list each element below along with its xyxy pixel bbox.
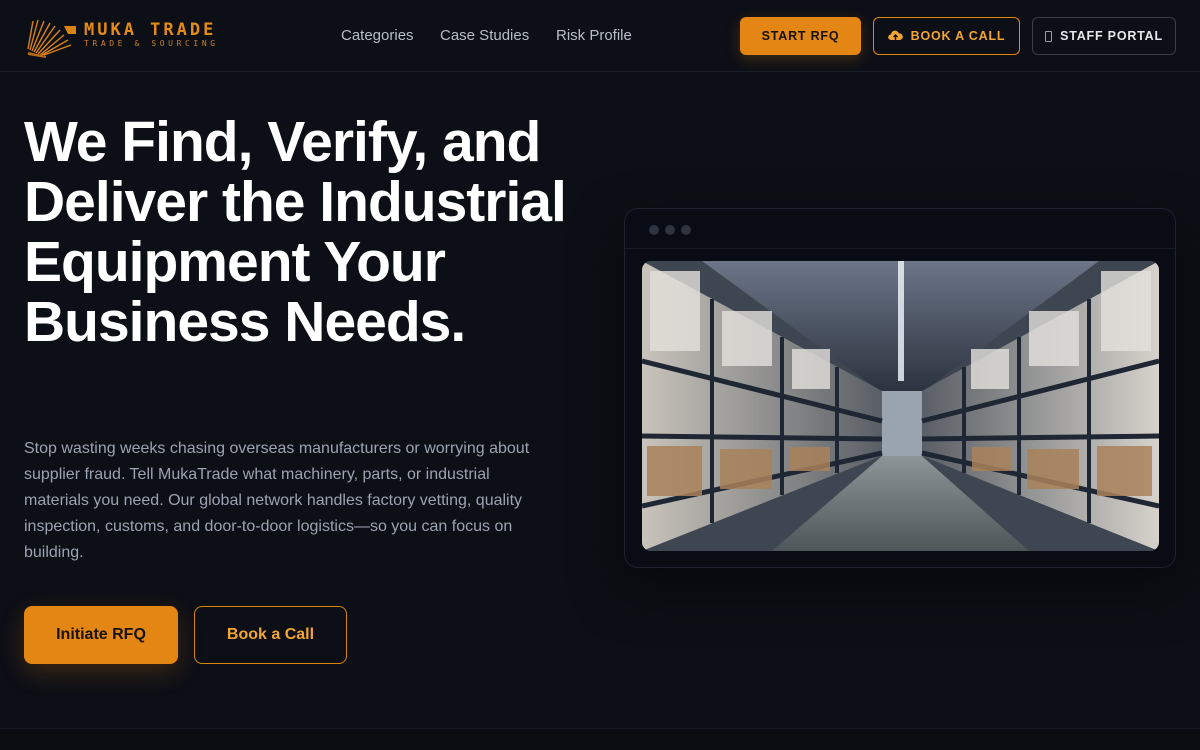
site-header: MUKA TRADE TRADE & SOURCING Categories C… xyxy=(0,0,1200,72)
fan-logo-icon xyxy=(27,19,76,58)
brand-tagline: TRADE & SOURCING xyxy=(84,39,219,48)
nav-case-studies[interactable]: Case Studies xyxy=(440,27,529,44)
window-dot xyxy=(665,225,675,235)
book-call-hero-label: Book a Call xyxy=(226,626,315,643)
preview-window xyxy=(624,208,1176,568)
warehouse-aisle-image xyxy=(642,261,1159,551)
window-titlebar xyxy=(625,209,1175,249)
nav-categories[interactable]: Categories xyxy=(341,27,414,44)
section-divider xyxy=(0,728,1200,750)
book-call-label: BOOK A CALL xyxy=(910,29,1006,43)
initiate-rfq-button[interactable]: Initiate RFQ xyxy=(24,606,178,664)
staff-portal-button[interactable]: STAFF PORTAL xyxy=(1032,17,1176,55)
initiate-rfq-label: Initiate RFQ xyxy=(56,626,146,643)
cloud-upload-icon xyxy=(887,30,903,41)
staff-portal-label: STAFF PORTAL xyxy=(1060,29,1163,43)
start-rfq-label: START RFQ xyxy=(761,29,840,43)
book-call-button[interactable]: BOOK A CALL xyxy=(873,17,1020,55)
warehouse-illustration xyxy=(642,261,1159,551)
brand-name: MUKA TRADE xyxy=(84,20,217,40)
window-dot xyxy=(649,225,659,235)
start-rfq-button[interactable]: START RFQ xyxy=(740,17,861,55)
book-call-hero-button[interactable]: Book a Call xyxy=(194,606,347,664)
hero-description: Stop wasting weeks chasing overseas manu… xyxy=(24,440,530,561)
phone-icon xyxy=(1045,30,1053,42)
window-dot xyxy=(681,225,691,235)
brand-logo[interactable]: MUKA TRADE TRADE & SOURCING xyxy=(24,14,234,58)
hero-title: We Find, Verify, and Deliver the Industr… xyxy=(24,110,567,354)
nav-risk-profile[interactable]: Risk Profile xyxy=(556,27,632,44)
